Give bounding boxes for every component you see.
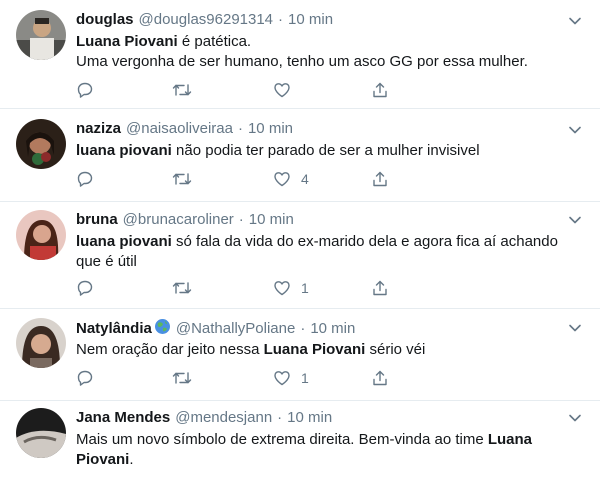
like-count: 1 [301,370,309,386]
text-segment: sério véi [365,341,426,358]
chevron-down-icon[interactable] [566,409,584,427]
avatar[interactable] [16,408,66,458]
like-count: 1 [301,280,309,296]
reply-button[interactable] [76,169,94,189]
tweet[interactable]: naziza @naisaoliveiraa · 10 min luana piova… [0,109,600,202]
tweet-text: Nem oração dar jeito nessa Luana Piovani… [76,340,580,360]
tweet-text: Luana Piovani é patética. Uma vergonha d… [76,32,580,72]
highlighted-term: Luana [487,431,533,448]
reply-button[interactable] [76,278,94,298]
retweet-icon [172,173,192,185]
separator: · [300,320,306,337]
tweet-text: luana piovani só fala da vida do ex-mari… [76,232,580,272]
separator: · [238,211,244,228]
text-segment: é patética. [177,33,252,50]
reply-icon [77,370,93,386]
tweet-text: Mais um novo símbolo de extrema direita.… [76,430,580,470]
text-segment: . [129,451,134,468]
reply-button[interactable] [76,80,94,100]
heart-icon [274,83,290,98]
separator: · [237,120,243,137]
tweet[interactable]: Natylândia @NathallyPoliane · 10 min Nem or… [0,309,600,401]
tweet[interactable]: douglas @douglas96291314 · 10 min Luana Pio… [0,0,600,109]
text-segment: Uma vergonha de ser humano, tenho um asc… [76,53,528,70]
display-name[interactable]: bruna [76,211,118,228]
chevron-down-icon[interactable] [566,211,584,229]
timestamp[interactable]: 10 min [248,120,293,137]
tweet-actions: 1 [68,368,488,388]
heart-icon [274,172,290,187]
retweet-button[interactable] [172,278,192,298]
chevron-down-icon[interactable] [566,319,584,337]
retweet-icon [172,372,192,384]
highlighted-term: luana piovani [76,233,172,250]
share-icon [373,171,387,187]
tweet-actions [68,80,488,100]
chevron-down-icon[interactable] [566,12,584,30]
retweet-button[interactable] [172,80,192,100]
share-button[interactable] [371,368,389,388]
text-segment: que é útil [76,253,137,270]
tweet-actions: 1 [68,278,488,298]
user-handle[interactable]: @mendesjann [175,409,272,426]
reply-button[interactable] [76,368,94,388]
share-icon [373,370,387,386]
tweet-text: luana piovani não podia ter parado de se… [76,141,580,161]
like-button[interactable]: 1 [273,278,309,298]
timestamp[interactable]: 10 min [310,320,355,337]
reply-icon [77,171,93,187]
separator: · [278,11,284,28]
highlighted-term: Luana Piovani [263,341,366,358]
timestamp[interactable]: 10 min [249,211,294,228]
tweet-actions: 4 [68,169,488,189]
share-icon [373,82,387,98]
like-button[interactable]: 1 [273,368,309,388]
text-segment: Nem oração dar jeito nessa [76,341,264,358]
separator: · [277,409,283,426]
globe-emoji-icon [154,319,170,334]
retweet-icon [172,282,192,294]
avatar[interactable] [16,210,66,260]
highlighted-term: Piovani [76,451,130,468]
text-segment: Mais um novo símbolo de extrema direita.… [76,431,488,448]
chevron-down-icon[interactable] [566,121,584,139]
highlighted-term: luana piovani [76,142,172,159]
like-button[interactable] [273,80,301,100]
share-button[interactable] [371,278,389,298]
share-icon [373,280,387,296]
retweet-icon [172,84,192,96]
user-handle[interactable]: @naisaoliveiraa [126,120,233,137]
display-name[interactable]: douglas [76,11,134,28]
avatar[interactable] [16,119,66,169]
avatar[interactable] [16,318,66,368]
reply-icon [77,82,93,98]
user-handle[interactable]: @NathallyPoliane [176,320,295,337]
tweet[interactable]: Jana Mendes @mendesjann · 10 min Mais um no… [0,401,600,479]
avatar[interactable] [16,10,66,60]
heart-icon [274,371,290,386]
like-count: 4 [301,171,309,187]
like-button[interactable]: 4 [273,169,309,189]
reply-icon [77,280,93,296]
retweet-button[interactable] [172,368,192,388]
tweet[interactable]: bruna @brunacaroliner · 10 min luana piovan… [0,202,600,309]
share-button[interactable] [371,169,389,189]
timestamp[interactable]: 10 min [288,11,333,28]
heart-icon [274,281,290,296]
highlighted-term: Luana Piovani [76,33,178,50]
display-name[interactable]: naziza [76,120,121,137]
retweet-button[interactable] [172,169,192,189]
user-handle[interactable]: @douglas96291314 [139,11,274,28]
share-button[interactable] [371,80,389,100]
display-name[interactable]: Natylândia [76,320,152,337]
user-handle[interactable]: @brunacaroliner [123,211,234,228]
timestamp[interactable]: 10 min [287,409,332,426]
text-segment: não podia ter parado de ser a mulher inv… [171,142,480,159]
display-name[interactable]: Jana Mendes [76,409,170,426]
text-segment: só fala da vida do ex-marido dela e agor… [171,233,558,250]
